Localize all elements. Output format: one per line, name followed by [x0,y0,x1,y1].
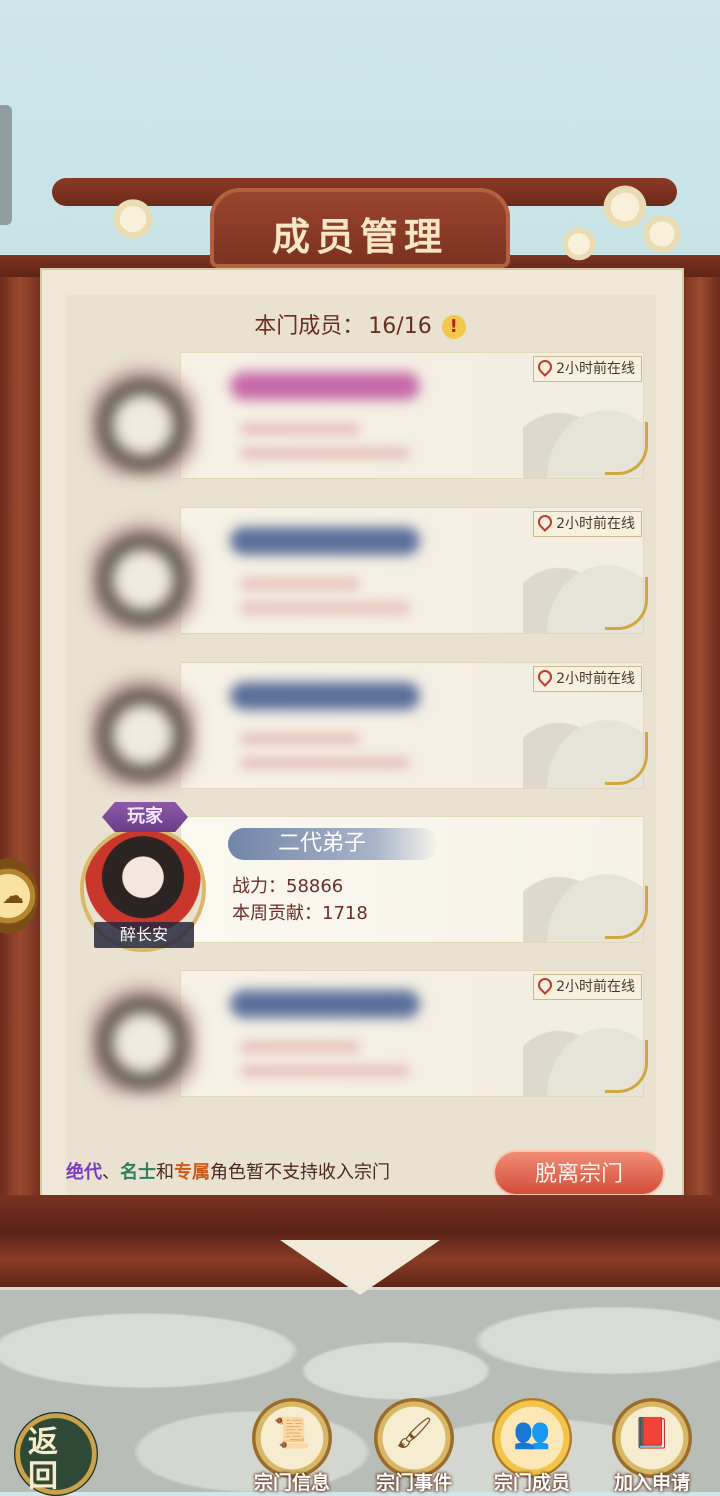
member-card[interactable]: 2小时前在线 [80,352,648,482]
scroll-icon: 📜 [252,1398,332,1478]
contribution-value: 1718 [322,903,368,924]
avatar-blurred [88,360,198,478]
frame-left-post [0,270,44,1230]
title-plaque: 成员管理 [210,188,510,268]
online-status-badge: 2小时前在线 [533,356,642,382]
location-pin-icon [535,512,555,532]
location-pin-icon [535,975,555,995]
name-blurred [230,990,420,1018]
tier-notable: 名士 [120,1162,156,1183]
nav-sect-info[interactable]: 📜 宗门信息 [248,1398,336,1494]
stat-blurred [240,732,360,746]
avatar-blurred [88,515,198,633]
name-blurred [230,682,420,710]
name-blurred [230,372,420,400]
location-pin-icon [535,357,555,377]
player-member-card[interactable]: 玩家 醉长安 二代弟子 战力：58866 本周贡献：1718 [80,802,648,952]
stat-blurred [240,1040,360,1054]
power-value: 58866 [286,876,344,897]
stat-blurred [240,446,410,460]
member-card[interactable]: 2小时前在线 [80,662,648,792]
book-icon: 📕 [612,1398,692,1478]
edge-handle[interactable] [0,105,12,225]
online-status-badge: 2小时前在线 [533,974,642,1000]
plum-blossom-icon [110,196,156,242]
plum-blossom-icon [640,212,684,256]
chat-icon: ☁ [2,884,24,909]
page-title: 成员管理 [271,214,448,259]
name-blurred [230,527,420,555]
member-card[interactable]: 2小时前在线 [80,970,648,1100]
member-count: 本门成员： 16/16! [0,308,720,340]
member-count-value: 16/16 [368,314,432,339]
back-button[interactable]: 返回 [14,1412,98,1496]
nav-sect-events[interactable]: 🖌 宗门事件 [370,1398,458,1494]
stat-blurred [240,601,410,615]
location-pin-icon [535,667,555,687]
stat-blurred [240,1064,410,1078]
members-icon: 👥 [492,1398,572,1478]
player-badge: 玩家 [102,802,188,832]
tier-unrivaled: 绝代 [66,1162,102,1183]
brush-icon: 🖌 [374,1398,454,1478]
avatar-blurred [88,670,198,788]
back-label: 返回 [28,1425,58,1494]
avatar-blurred [88,978,198,1096]
player-name: 醉长安 [94,922,194,948]
recruit-notice: 绝代、名士和专属角色暂不支持收入宗门 [66,1162,390,1183]
stat-blurred [240,422,360,436]
online-status-badge: 2小时前在线 [533,511,642,537]
member-card[interactable]: 2小时前在线 [80,507,648,637]
leave-sect-button[interactable]: 脱离宗门 [493,1150,665,1196]
stat-blurred [240,577,360,591]
member-count-label: 本门成员： [254,314,365,339]
contribution-stat: 本周贡献：1718 [232,903,368,924]
rank-label: 二代弟子 [228,828,438,860]
tier-exclusive: 专属 [174,1162,210,1183]
nav-join-requests[interactable]: 📕 加入申请 [608,1398,696,1494]
nav-sect-members[interactable]: 👥 宗门成员 [488,1398,576,1494]
plum-blossom-icon [560,225,598,263]
alert-icon[interactable]: ! [441,315,466,339]
power-stat: 战力：58866 [232,876,344,897]
stat-blurred [240,756,410,770]
online-status-badge: 2小时前在线 [533,666,642,692]
